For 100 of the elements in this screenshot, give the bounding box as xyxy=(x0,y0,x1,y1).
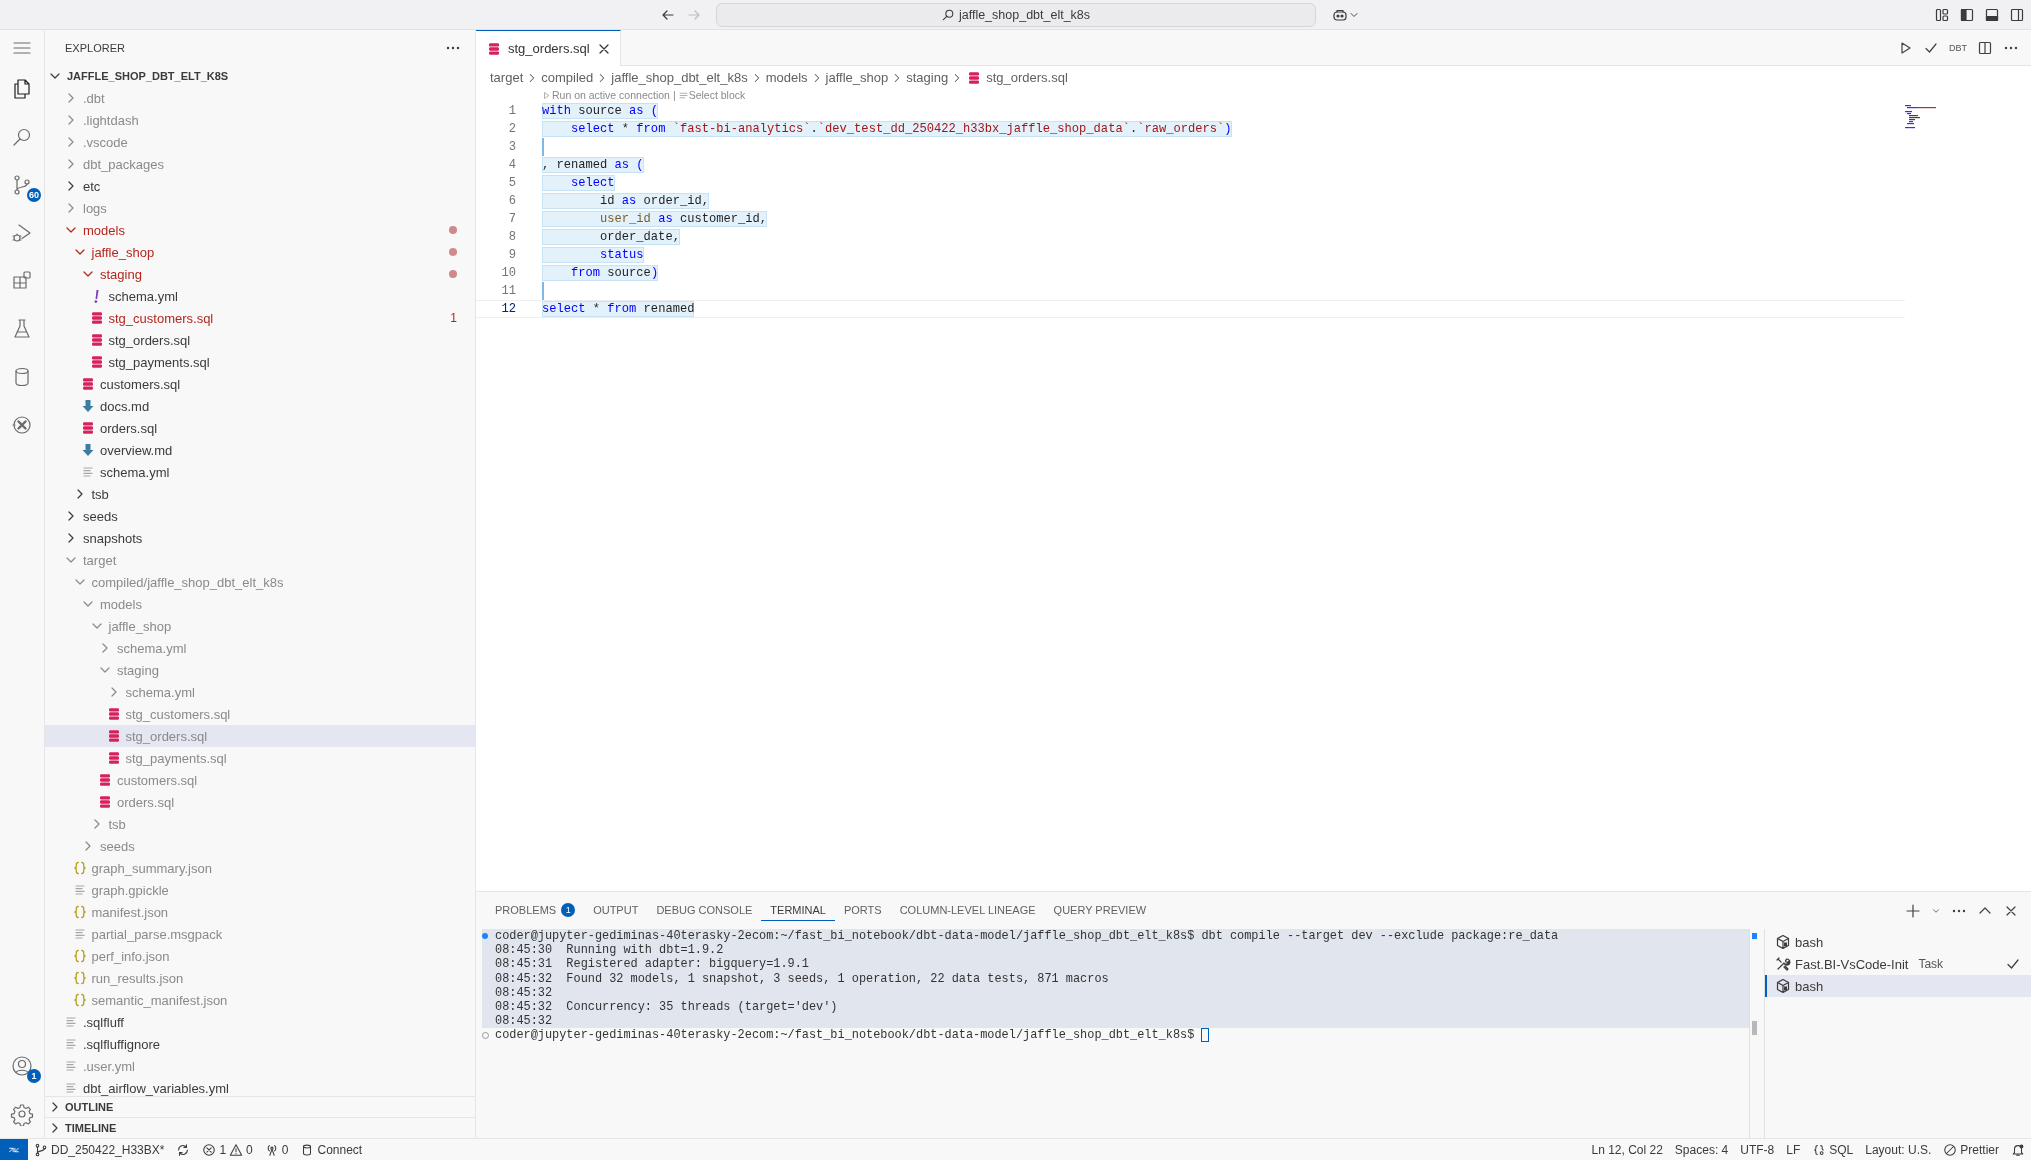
language-button[interactable]: SQL xyxy=(1806,1139,1860,1160)
file-item[interactable]: overview.md xyxy=(45,439,475,461)
folder-item[interactable]: staging xyxy=(45,659,475,681)
file-item[interactable]: customers.sql xyxy=(45,373,475,395)
status-item[interactable]: Ln 12, Col 22 xyxy=(1585,1139,1669,1160)
terminal-item[interactable]: Fast.BI-VsCode-Init Task xyxy=(1765,953,2031,975)
panel-tab[interactable]: DEBUG CONSOLE xyxy=(647,900,762,921)
branch-button[interactable]: DD_250422_H33BX* xyxy=(28,1139,171,1160)
terminal-item[interactable]: bash xyxy=(1765,931,2031,953)
panel-tab[interactable]: PORTS xyxy=(834,900,891,921)
terminal-line: 08:45:31 Registered adapter: bigquery=1.9.1 xyxy=(495,957,809,972)
status-item[interactable]: Spaces: 4 xyxy=(1668,1139,1735,1160)
folder-item[interactable]: jaffle_shop xyxy=(45,241,475,263)
folder-item[interactable]: staging xyxy=(45,263,475,285)
file-item[interactable]: graph_summary.json xyxy=(45,857,475,879)
split-editor-icon[interactable] xyxy=(1977,39,1993,56)
folder-item[interactable]: seeds xyxy=(45,835,475,857)
file-item[interactable]: run_results.json xyxy=(45,967,475,989)
codelens-link[interactable]: Run on active connection xyxy=(542,89,670,101)
braces-icon xyxy=(71,904,88,920)
folder-item[interactable]: dbt_packages xyxy=(45,153,475,175)
breadcrumb-item[interactable]: staging xyxy=(906,70,949,85)
panel-tab[interactable]: QUERY PREVIEW xyxy=(1044,900,1156,921)
file-item[interactable]: docs.md xyxy=(45,395,475,417)
remote-button[interactable] xyxy=(0,1138,28,1160)
file-item[interactable]: customers.sql xyxy=(45,769,475,791)
status-item[interactable]: LF xyxy=(1780,1139,1807,1160)
connect-button[interactable]: Connect xyxy=(294,1139,369,1160)
editor-tab[interactable]: stg_orders.sql xyxy=(476,30,621,66)
codelens-link[interactable]: Select block xyxy=(678,89,746,101)
folder-item[interactable]: models xyxy=(45,219,475,241)
folder-item[interactable]: logs xyxy=(45,197,475,219)
folder-item[interactable]: schema.yml xyxy=(45,637,475,659)
panel-icon[interactable] xyxy=(1984,6,2000,23)
ports-button[interactable]: 0 xyxy=(258,1139,295,1160)
plus-icon[interactable] xyxy=(1905,902,1921,919)
prettier-button[interactable]: Prettier xyxy=(1937,1139,2005,1160)
sidebar-icon[interactable] xyxy=(1959,6,1975,23)
file-item[interactable]: orders.sql xyxy=(45,417,475,439)
file-item[interactable]: partial_parse.msgpack xyxy=(45,923,475,945)
panel-tab[interactable]: COLUMN-LEVEL LINEAGE xyxy=(890,900,1045,921)
folder-item[interactable]: models xyxy=(45,593,475,615)
breadcrumb-item[interactable]: compiled xyxy=(541,70,594,85)
folder-item[interactable]: .lightdash xyxy=(45,109,475,131)
folder-item[interactable]: etc xyxy=(45,175,475,197)
search-field[interactable]: jaffle_shop_dbt_elt_k8s xyxy=(715,2,1316,27)
dbt-button[interactable]: DBT xyxy=(1949,42,1967,53)
layout-icon[interactable] xyxy=(1934,6,1950,23)
file-item[interactable]: semantic_manifest.json xyxy=(45,989,475,1011)
folder-item[interactable]: target xyxy=(45,549,475,571)
file-item[interactable]: stg_payments.sql xyxy=(45,747,475,769)
problem-count: 1 xyxy=(450,311,458,325)
modified-dot xyxy=(449,226,457,234)
file-item[interactable]: schema.yml xyxy=(45,285,475,307)
panel-tab[interactable]: PROBLEMS 1 xyxy=(486,899,585,922)
folder-item[interactable]: tsb xyxy=(45,813,475,835)
file-item[interactable]: schema.yml xyxy=(45,461,475,483)
secondary-sidebar-icon[interactable] xyxy=(2009,6,2025,23)
folder-item[interactable]: .vscode xyxy=(45,131,475,153)
file-item[interactable]: stg_customers.sql 1 xyxy=(45,307,475,329)
file-item[interactable]: .user.yml xyxy=(45,1055,475,1077)
scrollbar[interactable] xyxy=(1749,929,1765,1138)
file-item[interactable]: .sqlfluff xyxy=(45,1011,475,1033)
folder-item[interactable]: seeds xyxy=(45,505,475,527)
bell-icon[interactable] xyxy=(2011,1142,2025,1157)
folder-item[interactable]: .dbt xyxy=(45,87,475,109)
file-item[interactable]: stg_payments.sql xyxy=(45,351,475,373)
section-header[interactable]: OUTLINE xyxy=(45,1096,475,1117)
file-item[interactable]: graph.gpickle xyxy=(45,879,475,901)
folder-item[interactable]: snapshots xyxy=(45,527,475,549)
panel-tab[interactable]: TERMINAL xyxy=(761,900,835,921)
status-item[interactable]: Layout: U.S. xyxy=(1859,1139,1938,1160)
folder-item[interactable]: compiled/jaffle_shop_dbt_elt_k8s xyxy=(45,571,475,593)
folder-item[interactable]: schema.yml xyxy=(45,681,475,703)
cross-circle-icon[interactable] xyxy=(10,413,34,437)
breadcrumb-item[interactable]: jaffle_shop_dbt_elt_k8s xyxy=(611,70,748,85)
account-icon[interactable] xyxy=(10,1054,34,1078)
line-number: 3 xyxy=(507,140,516,154)
breadcrumb-item[interactable]: stg_orders.sql xyxy=(966,69,1068,86)
terminal-item[interactable]: bash xyxy=(1765,975,2031,997)
file-item[interactable]: .sqlfluffignore xyxy=(45,1033,475,1055)
file-item[interactable]: dbt_airflow_variables.yml xyxy=(45,1077,475,1096)
breadcrumb-item[interactable]: target xyxy=(490,70,524,85)
problems-button[interactable]: 1 0 xyxy=(196,1139,259,1160)
folder-item[interactable]: tsb xyxy=(45,483,475,505)
file-item[interactable]: orders.sql xyxy=(45,791,475,813)
tools-icon xyxy=(1775,956,1791,972)
panel-tab[interactable]: OUTPUT xyxy=(584,900,648,921)
breadcrumb-item[interactable]: jaffle_shop xyxy=(825,70,889,85)
minimap[interactable] xyxy=(1905,105,1937,129)
file-item[interactable]: stg_customers.sql xyxy=(45,703,475,725)
status-item[interactable]: UTF-8 xyxy=(1734,1139,1781,1160)
breadcrumb-item[interactable]: models xyxy=(765,70,808,85)
workspace-header[interactable]: JAFFLE_SHOP_DBT_ELT_K8S xyxy=(45,65,475,87)
braces-icon xyxy=(71,992,88,1008)
settings-icon[interactable] xyxy=(10,1102,34,1126)
folder-item[interactable]: jaffle_shop xyxy=(45,615,475,637)
file-item[interactable]: perf_info.json xyxy=(45,945,475,967)
file-item[interactable]: stg_orders.sql xyxy=(45,329,475,351)
file-item[interactable]: manifest.json xyxy=(45,901,475,923)
